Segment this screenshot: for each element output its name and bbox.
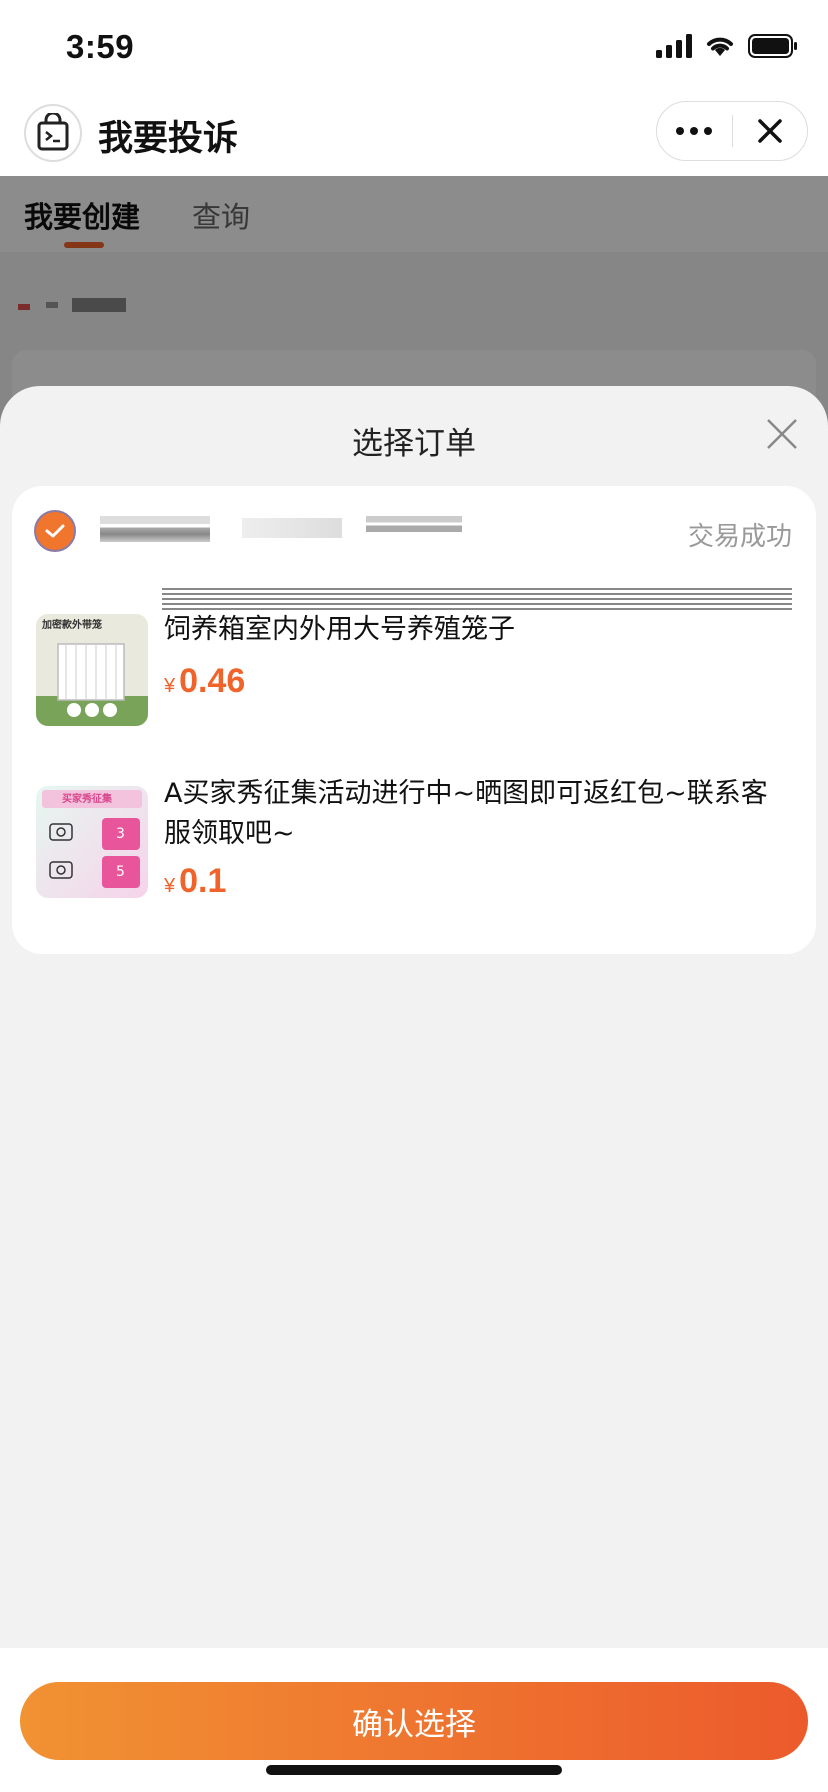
redacted-title-prefix — [162, 588, 792, 610]
status-time: 3:59 — [66, 28, 135, 65]
close-mini-program-button[interactable] — [733, 102, 808, 160]
order-select-checkbox[interactable] — [34, 510, 76, 552]
close-icon — [758, 119, 782, 143]
thumb-text: 买家秀征集 — [62, 792, 113, 805]
thumb-badge: 5 — [116, 864, 125, 880]
app-bag-icon[interactable] — [24, 104, 82, 162]
item-thumbnail-review-campaign: 买家秀征集 3 5 — [36, 786, 148, 898]
home-indicator[interactable] — [266, 1765, 562, 1775]
confirm-selection-button[interactable]: 确认选择 — [20, 1682, 808, 1760]
redacted-order-info — [366, 516, 462, 532]
select-order-sheet: 选择订单 交易成功 加密款外带笼 饲养箱室内外用大号养殖笼子 ¥ 0.46 买家… — [0, 386, 828, 1792]
order-card[interactable]: 交易成功 加密款外带笼 饲养箱室内外用大号养殖笼子 ¥0.46 买家秀征集 3 … — [12, 486, 816, 954]
currency-symbol: ¥ — [164, 875, 176, 897]
thumb-badge: 3 — [116, 826, 125, 842]
status-icons — [656, 34, 798, 58]
more-dots-icon — [676, 127, 713, 135]
redacted-shop-name — [100, 516, 210, 542]
item-title: 饲养箱室内外用大号养殖笼子 — [164, 614, 515, 645]
status-bar: 3:59 — [0, 0, 828, 96]
redacted-order-info — [242, 518, 342, 538]
nav-bar: 我要投诉 — [0, 96, 828, 176]
battery-icon — [748, 34, 797, 58]
page-title: 我要投诉 — [98, 119, 239, 159]
price-value: 0.46 — [179, 662, 246, 700]
sheet-title: 选择订单 — [352, 426, 476, 462]
item-thumbnail-cage: 加密款外带笼 — [36, 614, 148, 726]
cellular-signal-icon — [656, 34, 692, 58]
wifi-icon — [707, 37, 733, 56]
order-status: 交易成功 — [687, 522, 792, 552]
item-price: ¥0.46 — [164, 662, 245, 701]
currency-symbol: ¥ — [164, 675, 176, 697]
item-title: A买家秀征集活动进行中~晒图即可返红包~联系客服领取吧~ — [164, 778, 768, 849]
thumb-text: 加密款外带笼 — [41, 618, 102, 631]
item-price: ¥0.1 — [164, 862, 226, 901]
more-button[interactable] — [657, 102, 732, 160]
mini-program-capsule — [656, 101, 808, 161]
close-icon[interactable] — [764, 416, 800, 452]
check-icon — [45, 524, 65, 538]
price-value: 0.1 — [179, 862, 227, 900]
